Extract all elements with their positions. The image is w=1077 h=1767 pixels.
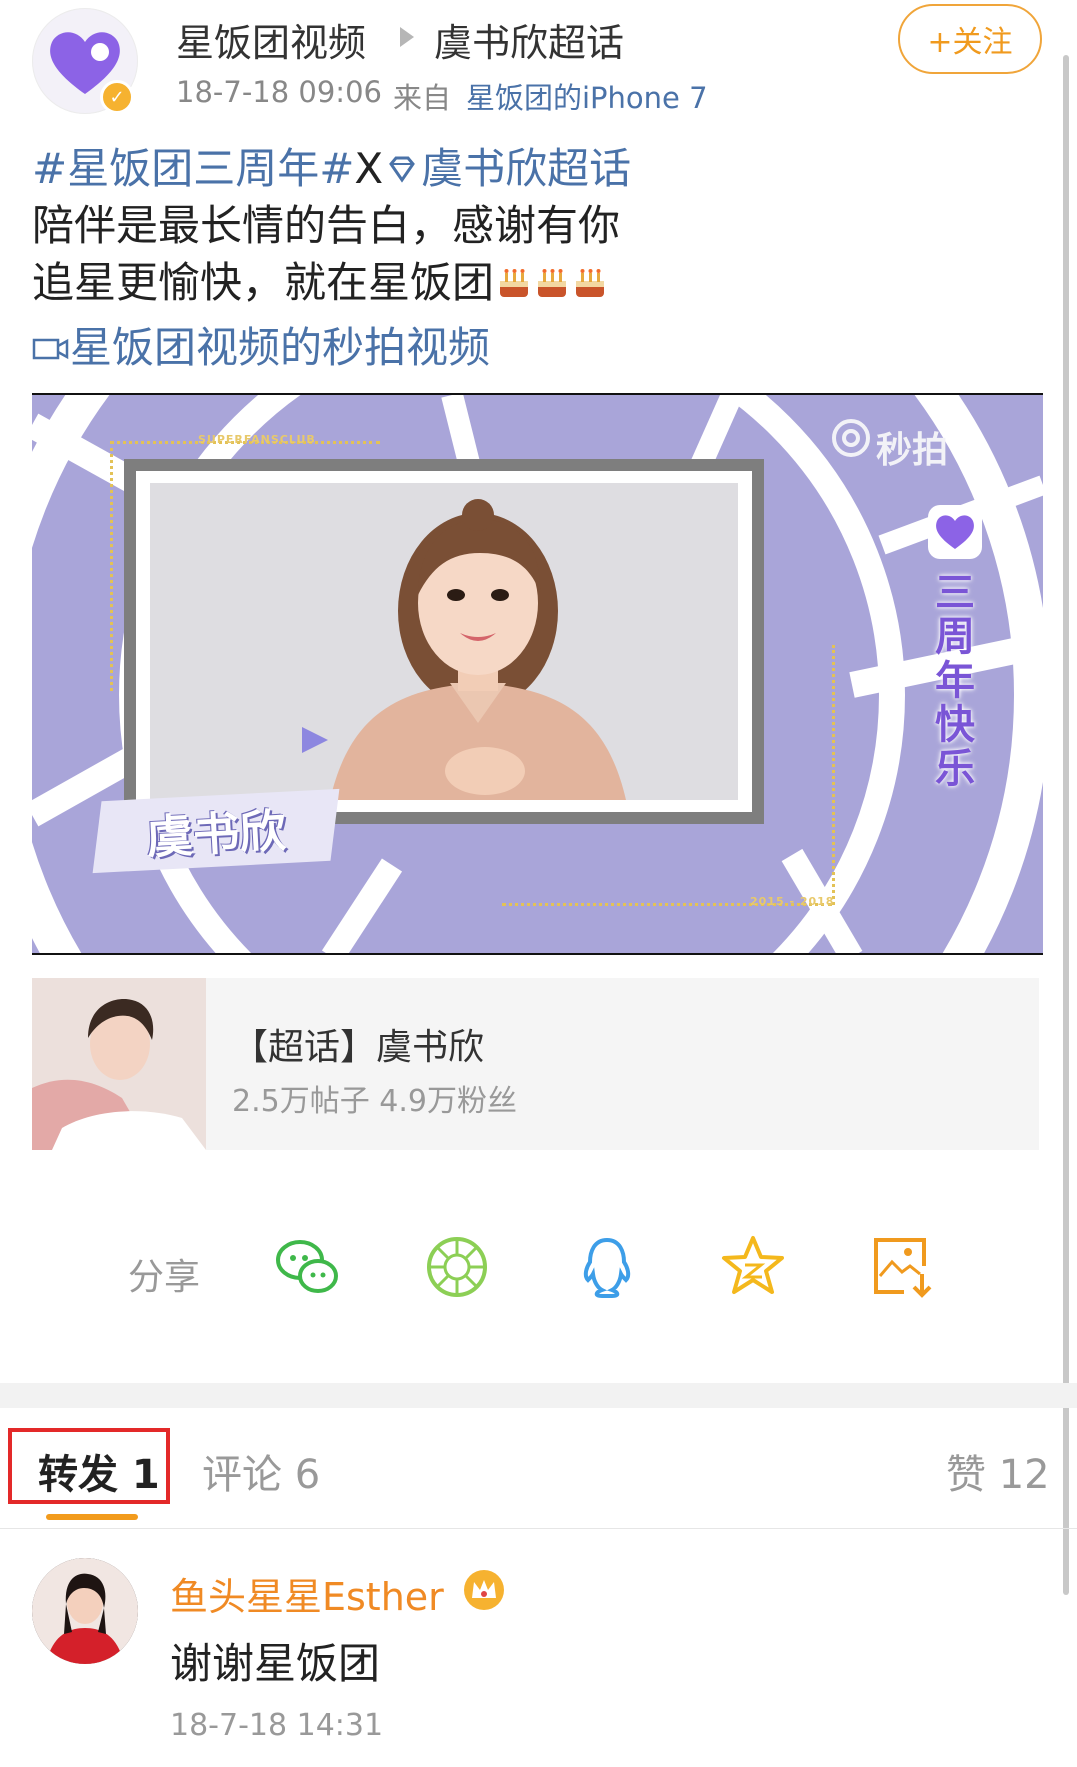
years-text: 2015 - 2018 bbox=[750, 895, 835, 908]
tab-like[interactable]: 赞 12 bbox=[946, 1442, 1050, 1500]
x-char: X bbox=[354, 144, 384, 193]
tab-active-indicator bbox=[46, 1514, 138, 1520]
repost-text: 谢谢星饭团 bbox=[170, 1639, 381, 1688]
supertopic-title: 【超话】虞书欣 bbox=[232, 1027, 485, 1068]
dotted-border bbox=[832, 645, 835, 905]
name-tag: 虞书欣 bbox=[92, 788, 340, 874]
post-line-3: 追星更愉快，就在星饭团 bbox=[32, 253, 608, 313]
post-line-1: #星饭团三周年#X 虞书欣超话 bbox=[32, 139, 631, 199]
source-device-link[interactable]: 星饭团的iPhone 7 bbox=[466, 75, 708, 117]
person-illustration bbox=[150, 483, 738, 800]
avatar-illustration bbox=[32, 1558, 138, 1664]
qq-icon[interactable] bbox=[572, 1232, 642, 1302]
verified-badge-icon: ✓ bbox=[100, 80, 134, 114]
commenter-name[interactable]: 鱼头星星Esther bbox=[170, 1566, 444, 1621]
portrait-illustration bbox=[32, 978, 206, 1150]
heart-badge-icon bbox=[928, 505, 982, 559]
video-player[interactable]: SUPERFANSCLUB 2015 - 2018 虞书欣 秒拍 三周年快乐 bbox=[32, 393, 1043, 955]
cake-icon bbox=[538, 269, 567, 297]
post-line-3-text: 追星更愉快，就在星饭团 bbox=[32, 258, 495, 307]
breadcrumb-arrow-icon bbox=[400, 27, 414, 47]
qzone-icon[interactable] bbox=[718, 1232, 788, 1302]
account-name[interactable]: 星饭团视频 bbox=[176, 12, 366, 67]
miaopai-logo-icon bbox=[832, 419, 870, 457]
supertopic-thumbnail bbox=[32, 978, 206, 1150]
share-label: 分享 bbox=[128, 1257, 201, 1298]
supertopic-card[interactable]: 【超话】虞书欣 2.5万帖子 4.9万粉丝 bbox=[32, 978, 1039, 1150]
name-tag-text: 虞书欣 bbox=[145, 803, 288, 865]
tab-highlight-box bbox=[8, 1428, 170, 1504]
source-label: 来自 bbox=[393, 81, 452, 115]
supertopic-link[interactable]: 虞书欣超话 bbox=[421, 144, 631, 193]
supertopic-stats: 2.5万帖子 4.9万粉丝 bbox=[232, 1084, 517, 1119]
scrollbar[interactable] bbox=[1063, 55, 1069, 1595]
tab-divider bbox=[0, 1528, 1077, 1529]
tab-comment[interactable]: 评论 6 bbox=[202, 1442, 320, 1500]
section-divider bbox=[0, 1383, 1077, 1408]
moments-icon[interactable] bbox=[422, 1232, 492, 1302]
anniversary-text: 三周年快乐 bbox=[935, 570, 975, 792]
avatar[interactable] bbox=[32, 1558, 138, 1664]
hashtag-link[interactable]: #星饭团三周年# bbox=[32, 144, 354, 193]
follow-button[interactable]: +关注 bbox=[898, 4, 1042, 74]
wechat-icon[interactable] bbox=[272, 1232, 342, 1302]
cake-icon bbox=[576, 269, 605, 297]
diamond-icon bbox=[389, 156, 416, 183]
crown-badge-icon bbox=[464, 1570, 504, 1610]
topic-link[interactable]: 虞书欣超话 bbox=[434, 12, 624, 67]
repost-time: 18-7-18 14:31 bbox=[170, 1708, 384, 1743]
dotted-border bbox=[110, 441, 113, 691]
post-line-2: 陪伴是最长情的告白，感谢有你 bbox=[32, 201, 621, 250]
miaopai-watermark: 秒拍 bbox=[876, 430, 949, 471]
video-source-text[interactable]: 星饭团视频的秒拍视频 bbox=[70, 323, 490, 372]
cake-icon bbox=[500, 269, 529, 297]
video-still bbox=[150, 483, 738, 800]
video-camera-icon bbox=[32, 338, 69, 360]
video-source-link[interactable]: 星饭团视频的秒拍视频 bbox=[32, 318, 490, 378]
save-image-icon[interactable] bbox=[868, 1232, 938, 1302]
club-text: SUPERFANSCLUB bbox=[198, 433, 316, 446]
play-triangle-icon bbox=[302, 727, 328, 753]
post-time: 18-7-18 09:06 bbox=[176, 75, 382, 109]
